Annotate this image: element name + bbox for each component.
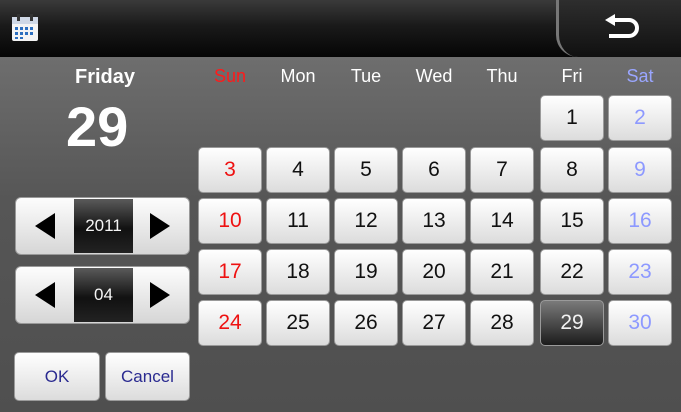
day-18[interactable]: 18 bbox=[266, 249, 330, 295]
right-arrow-icon bbox=[150, 213, 170, 239]
month-next-button[interactable] bbox=[131, 267, 189, 323]
day-17[interactable]: 17 bbox=[198, 249, 262, 295]
day-14[interactable]: 14 bbox=[470, 198, 534, 244]
day-1[interactable]: 1 bbox=[540, 95, 604, 141]
weekday-header-sun: Sun bbox=[213, 66, 247, 86]
year-spinner: 2011 bbox=[15, 197, 190, 255]
weekday-header-fri: Fri bbox=[561, 66, 583, 86]
day-11[interactable]: 11 bbox=[266, 198, 330, 244]
day-8[interactable]: 8 bbox=[540, 147, 604, 193]
back-arrow-icon bbox=[605, 14, 639, 38]
back-button[interactable] bbox=[556, 0, 681, 57]
day-13[interactable]: 13 bbox=[402, 198, 466, 244]
right-arrow-icon bbox=[150, 282, 170, 308]
year-prev-button[interactable] bbox=[16, 198, 74, 254]
selected-weekday: Friday bbox=[75, 66, 136, 88]
ok-button[interactable]: OK bbox=[14, 352, 100, 401]
cancel-button[interactable]: Cancel bbox=[105, 352, 190, 401]
day-19[interactable]: 19 bbox=[334, 249, 398, 295]
day-4[interactable]: 4 bbox=[266, 147, 330, 193]
day-22[interactable]: 22 bbox=[540, 249, 604, 295]
day-26[interactable]: 26 bbox=[334, 300, 398, 346]
weekday-header-tue: Tue bbox=[350, 66, 382, 86]
day-30[interactable]: 30 bbox=[608, 300, 672, 346]
weekday-header-sat: Sat bbox=[626, 66, 654, 86]
day-25[interactable]: 25 bbox=[266, 300, 330, 346]
month-value: 04 bbox=[74, 268, 133, 322]
year-value: 2011 bbox=[74, 199, 133, 253]
day-9[interactable]: 9 bbox=[608, 147, 672, 193]
day-15[interactable]: 15 bbox=[540, 198, 604, 244]
day-23[interactable]: 23 bbox=[608, 249, 672, 295]
selected-day: 29 bbox=[66, 95, 129, 158]
month-spinner: 04 bbox=[15, 266, 190, 324]
day-3[interactable]: 3 bbox=[198, 147, 262, 193]
year-next-button[interactable] bbox=[131, 198, 189, 254]
day-27[interactable]: 27 bbox=[402, 300, 466, 346]
day-6[interactable]: 6 bbox=[402, 147, 466, 193]
left-arrow-icon bbox=[35, 213, 55, 239]
calendar-icon bbox=[12, 14, 38, 41]
day-21[interactable]: 21 bbox=[470, 249, 534, 295]
month-prev-button[interactable] bbox=[16, 267, 74, 323]
day-10[interactable]: 10 bbox=[198, 198, 262, 244]
weekday-header-thu: Thu bbox=[486, 66, 518, 86]
day-20[interactable]: 20 bbox=[402, 249, 466, 295]
weekday-header-wed: Wed bbox=[415, 66, 453, 86]
day-16[interactable]: 16 bbox=[608, 198, 672, 244]
left-arrow-icon bbox=[35, 282, 55, 308]
day-28[interactable]: 28 bbox=[470, 300, 534, 346]
day-29-selected[interactable]: 29 bbox=[540, 300, 604, 346]
day-24[interactable]: 24 bbox=[198, 300, 262, 346]
day-7[interactable]: 7 bbox=[470, 147, 534, 193]
title-bar bbox=[0, 0, 681, 57]
day-12[interactable]: 12 bbox=[334, 198, 398, 244]
day-5[interactable]: 5 bbox=[334, 147, 398, 193]
weekday-header-mon: Mon bbox=[280, 66, 316, 86]
day-2[interactable]: 2 bbox=[608, 95, 672, 141]
